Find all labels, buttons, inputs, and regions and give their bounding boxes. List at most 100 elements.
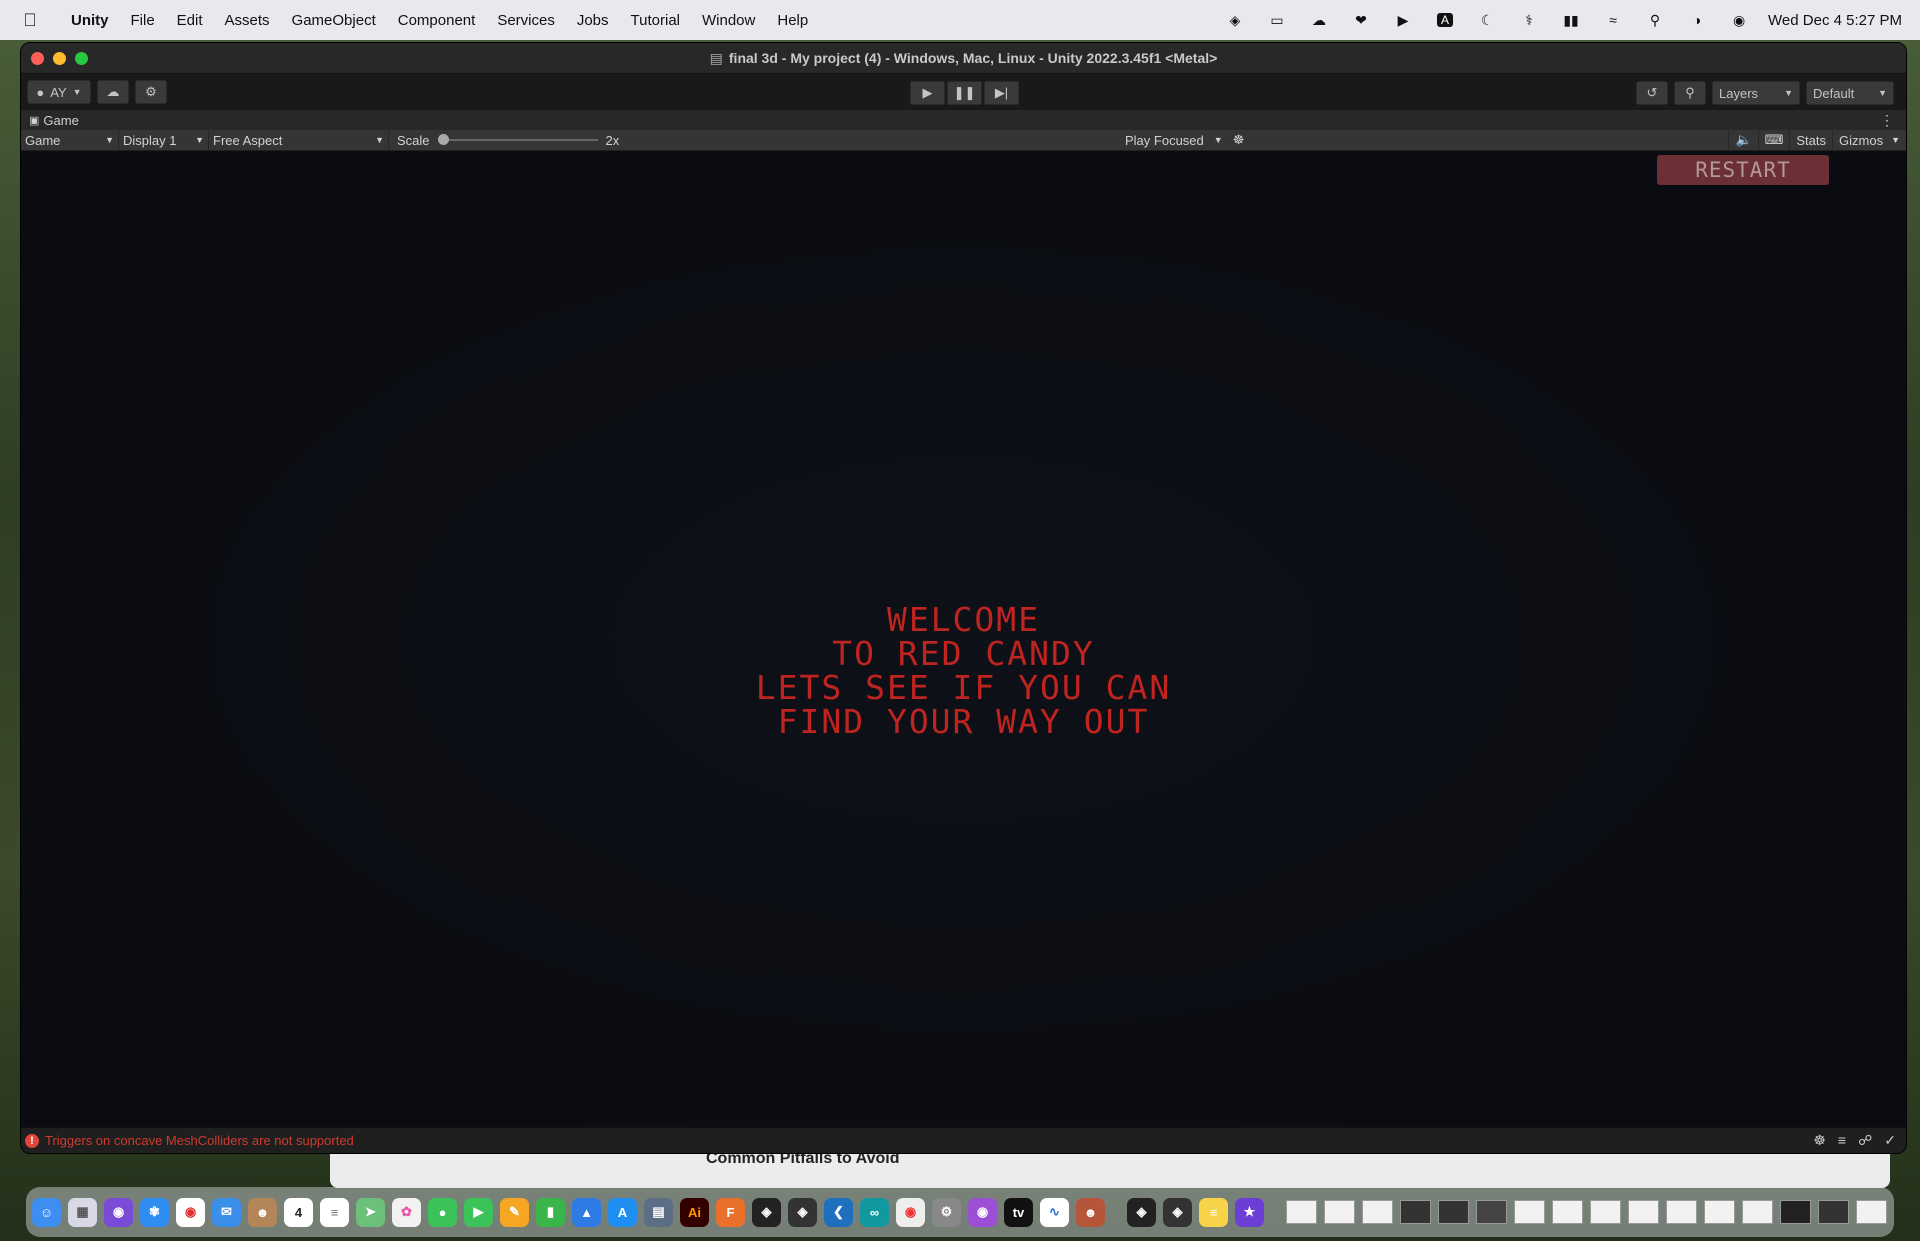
mail-icon[interactable]: ✉	[212, 1197, 241, 1227]
minimized-window-thumbnail[interactable]	[1856, 1200, 1887, 1224]
preview-icon[interactable]: ▤	[644, 1197, 673, 1227]
launchpad-icon[interactable]: ▦	[68, 1197, 97, 1227]
safari-icon[interactable]: ✾	[140, 1197, 169, 1227]
menu-file[interactable]: File	[120, 12, 166, 29]
color-picker-icon[interactable]: ◉	[896, 1197, 925, 1227]
minimized-window-thumbnail[interactable]	[1780, 1200, 1811, 1224]
apple-menu-icon[interactable]: 	[0, 10, 60, 31]
bug-icon[interactable]: ☸	[1233, 132, 1245, 148]
wifi-icon[interactable]: ≈	[1602, 11, 1624, 29]
menu-component[interactable]: Component	[387, 12, 487, 29]
minimized-window-thumbnail[interactable]	[1514, 1200, 1545, 1224]
unity-hub-icon[interactable]: ◈	[752, 1197, 781, 1227]
menu-jobs[interactable]: Jobs	[566, 12, 620, 29]
display-select[interactable]: Display 1 ▼	[119, 130, 209, 150]
pause-button[interactable]: ❚❚	[947, 81, 982, 105]
arduino-icon[interactable]: ∞	[860, 1197, 889, 1227]
menu-clock[interactable]: Wed Dec 4 5:27 PM	[1768, 12, 1902, 29]
minimized-window-thumbnail[interactable]	[1438, 1200, 1469, 1224]
numbers-icon[interactable]: ▮	[536, 1197, 565, 1227]
creative-cloud-icon[interactable]: ☁	[1308, 11, 1330, 29]
minimized-window-thumbnail[interactable]	[1362, 1200, 1393, 1224]
maps-icon[interactable]: ➤	[356, 1197, 385, 1227]
console-status-bar[interactable]: ! Triggers on concave MeshColliders are …	[21, 1127, 1906, 1153]
messages-icon[interactable]: ●	[428, 1197, 457, 1227]
unity-app-icon-2[interactable]: ◈	[1163, 1197, 1192, 1227]
menu-app-unity[interactable]: Unity	[60, 12, 120, 29]
minimized-window-thumbnail[interactable]	[1818, 1200, 1849, 1224]
game-app-icon[interactable]: ☻	[1076, 1197, 1105, 1227]
battery-icon[interactable]: ▮▮	[1560, 11, 1582, 29]
pages-icon[interactable]: ✎	[500, 1197, 529, 1227]
unity-icon[interactable]: ◈	[1224, 11, 1246, 29]
play-mode-select[interactable]: Play Focused ▼ ☸	[1125, 130, 1244, 150]
minimized-window-thumbnail[interactable]	[1400, 1200, 1431, 1224]
restart-button[interactable]: RESTART	[1657, 155, 1829, 185]
airpods-icon[interactable]: ⚕	[1518, 11, 1540, 29]
input-source-icon[interactable]: A	[1434, 11, 1456, 29]
keyboard-button[interactable]: ⌨	[1757, 130, 1790, 150]
imovie-icon[interactable]: ★	[1235, 1197, 1264, 1227]
undo-history-button[interactable]: ↺	[1636, 81, 1668, 105]
menu-services[interactable]: Services	[486, 12, 566, 29]
framemaker-icon[interactable]: F	[716, 1197, 745, 1227]
more-options-icon[interactable]: ⋮	[1880, 112, 1894, 129]
minimized-window-thumbnail[interactable]	[1286, 1200, 1317, 1224]
minimized-window-thumbnail[interactable]	[1742, 1200, 1773, 1224]
mute-audio-button[interactable]: 🔈	[1728, 130, 1757, 150]
play-circle-icon[interactable]: ▶	[1392, 11, 1414, 29]
layers-stack-icon[interactable]: ≡	[1838, 1132, 1846, 1149]
keynote-icon[interactable]: ▲	[572, 1197, 601, 1227]
system-settings-icon[interactable]: ⚙	[932, 1197, 961, 1227]
layout-dropdown[interactable]: Default ▼	[1806, 81, 1894, 105]
view-select[interactable]: Game ▼	[21, 130, 119, 150]
game-viewport[interactable]: RESTART WELCOME TO RED CANDY LETS SEE IF…	[21, 151, 1906, 1128]
menu-help[interactable]: Help	[766, 12, 819, 29]
podcasts-icon[interactable]: ◉	[968, 1197, 997, 1227]
menu-tutorial[interactable]: Tutorial	[620, 12, 691, 29]
scale-slider-knob[interactable]	[437, 134, 449, 145]
facetime-icon[interactable]: ▶	[464, 1197, 493, 1227]
play-button[interactable]: ▶	[910, 81, 945, 105]
photos-icon[interactable]: ✿	[392, 1197, 421, 1227]
menu-edit[interactable]: Edit	[166, 12, 214, 29]
apple-tv-icon[interactable]: tv	[1004, 1197, 1033, 1227]
siri-icon[interactable]: ◉	[1728, 11, 1750, 29]
debug-icon[interactable]: ☸	[1813, 1132, 1826, 1149]
menu-window[interactable]: Window	[691, 12, 766, 29]
tab-game[interactable]: ▣ Game	[21, 113, 79, 128]
network-icon[interactable]: ☍	[1858, 1132, 1872, 1149]
minimized-window-thumbnail[interactable]	[1666, 1200, 1697, 1224]
reminders-icon[interactable]: ≡	[320, 1197, 349, 1227]
minimized-window-thumbnail[interactable]	[1704, 1200, 1735, 1224]
freeform-icon[interactable]: ∿	[1040, 1197, 1069, 1227]
moon-icon[interactable]: ☾	[1476, 11, 1498, 29]
minimized-window-thumbnail[interactable]	[1590, 1200, 1621, 1224]
vscode-icon[interactable]: ❮	[824, 1197, 853, 1227]
minimized-window-thumbnail[interactable]	[1324, 1200, 1355, 1224]
unity-editor-icon[interactable]: ◈	[788, 1197, 817, 1227]
gizmos-dropdown[interactable]: Gizmos ▼	[1832, 130, 1906, 150]
cloud-button[interactable]: ☁	[97, 80, 129, 104]
menu-assets[interactable]: Assets	[214, 12, 281, 29]
minimized-window-thumbnail[interactable]	[1476, 1200, 1507, 1224]
scale-slider[interactable]	[437, 134, 598, 145]
siri-app-icon[interactable]: ◉	[104, 1197, 133, 1227]
notes-icon[interactable]: ≡	[1199, 1197, 1228, 1227]
aspect-select[interactable]: Free Aspect ▼	[209, 130, 389, 150]
step-button[interactable]: ▶|	[984, 81, 1019, 105]
account-button[interactable]: ● AY ▼	[27, 80, 91, 104]
contacts-icon[interactable]: ☻	[248, 1197, 277, 1227]
minimized-window-thumbnail[interactable]	[1628, 1200, 1659, 1224]
chrome-icon[interactable]: ◉	[176, 1197, 205, 1227]
app-icon[interactable]: ❤	[1350, 11, 1372, 29]
calendar-icon[interactable]: 4	[284, 1197, 313, 1227]
status-message[interactable]: Triggers on concave MeshColliders are no…	[45, 1133, 354, 1148]
settings-button[interactable]: ⚙	[135, 80, 167, 104]
stats-button[interactable]: Stats	[1789, 130, 1832, 150]
display-icon[interactable]: ▭	[1266, 11, 1288, 29]
control-center-icon[interactable]: ◑	[1686, 11, 1708, 29]
unity-app-icon[interactable]: ◈	[1127, 1197, 1156, 1227]
app-store-icon[interactable]: A	[608, 1197, 637, 1227]
check-circle-icon[interactable]: ✓	[1884, 1132, 1896, 1149]
